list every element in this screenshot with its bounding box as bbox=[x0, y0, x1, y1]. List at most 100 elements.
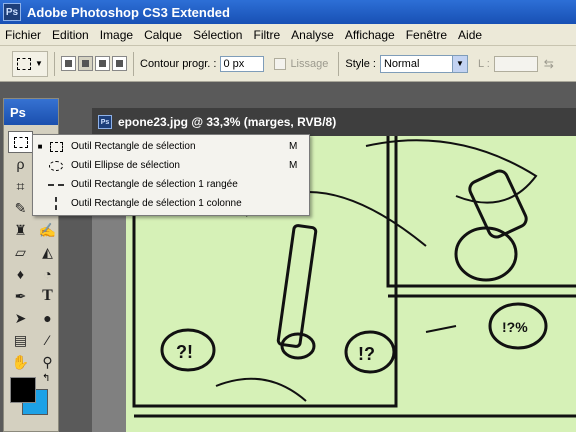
lasso-tool[interactable]: ρ bbox=[8, 153, 33, 175]
color-swatches: ↰ bbox=[4, 373, 58, 423]
note-icon: ▤ bbox=[13, 331, 28, 348]
feather-label: Contour progr. : bbox=[140, 57, 217, 70]
svg-text:?!: ?! bbox=[176, 342, 193, 362]
menu-fenetre[interactable]: Fenêtre bbox=[401, 28, 453, 42]
eraser-icon: ▱ bbox=[15, 243, 26, 260]
document-title: epone23.jpg @ 33,3% (marges, RVB/8) bbox=[118, 115, 337, 129]
stamp-icon: ♜ bbox=[14, 221, 27, 238]
menu-filtre[interactable]: Filtre bbox=[248, 28, 286, 42]
flyout-item-label: Outil Rectangle de sélection bbox=[71, 141, 196, 152]
flyout-item-label: Outil Rectangle de sélection 1 colonne bbox=[71, 198, 242, 209]
app-logo-icon: Ps bbox=[3, 3, 21, 21]
history-brush-tool[interactable]: ✍ bbox=[35, 219, 60, 241]
type-tool[interactable]: T bbox=[35, 285, 60, 307]
document-tab[interactable]: Ps epone23.jpg @ 33,3% (marges, RVB/8) bbox=[92, 108, 576, 136]
menu-image[interactable]: Image bbox=[95, 28, 139, 42]
separator bbox=[338, 51, 340, 76]
eyedropper-tool[interactable]: ⁄ bbox=[35, 329, 60, 351]
chevron-down-icon: ▼ bbox=[451, 55, 467, 72]
drop-icon: ♦ bbox=[16, 266, 25, 282]
tool-preset-picker[interactable]: ▼ bbox=[12, 50, 48, 77]
menu-selection[interactable]: Sélection bbox=[188, 28, 248, 42]
menu-edition[interactable]: Edition bbox=[47, 28, 95, 42]
dodge-tool[interactable]: ◔ bbox=[35, 263, 60, 285]
swap-colors-icon[interactable]: ↰ bbox=[42, 373, 50, 384]
flyout-item-ellipse[interactable]: Outil Ellipse de sélection M bbox=[33, 156, 309, 175]
arrow-icon: ➤ bbox=[14, 309, 27, 326]
paint-bucket-tool[interactable]: ◭ bbox=[35, 241, 60, 263]
hand-tool[interactable]: ✋ bbox=[8, 351, 33, 373]
pen-tool[interactable]: ✒ bbox=[8, 285, 33, 307]
menu-bar: Fichier Edition Image Calque Sélection F… bbox=[0, 24, 576, 46]
separator bbox=[133, 51, 134, 76]
menu-affichage[interactable]: Affichage bbox=[340, 28, 401, 42]
bandage-icon: ✎ bbox=[14, 199, 27, 216]
history-brush-icon: ✍ bbox=[38, 221, 57, 238]
selection-modes bbox=[61, 56, 127, 71]
eyedropper-icon: ⁄ bbox=[46, 332, 49, 348]
window-title: Adobe Photoshop CS3 Extended bbox=[27, 4, 230, 20]
single-row-marquee-icon bbox=[47, 178, 65, 192]
menu-analyse[interactable]: Analyse bbox=[286, 28, 340, 42]
foreground-color[interactable] bbox=[10, 377, 36, 403]
rect-marquee-icon bbox=[47, 140, 65, 154]
dodge-icon: ◔ bbox=[43, 266, 52, 282]
width-label: L : bbox=[477, 57, 490, 70]
zoom-icon: ⚲ bbox=[42, 353, 53, 370]
new-selection-button[interactable] bbox=[61, 56, 76, 71]
flyout-item-single-row[interactable]: Outil Rectangle de sélection 1 rangée bbox=[33, 175, 309, 194]
healing-brush-tool[interactable]: ✎ bbox=[8, 197, 33, 219]
hand-icon: ✋ bbox=[11, 353, 30, 370]
rect-marquee-icon bbox=[13, 136, 28, 148]
document-logo-icon: Ps bbox=[98, 115, 112, 129]
separator bbox=[54, 51, 55, 76]
toolbox-header: Ps bbox=[4, 99, 58, 125]
flyout-item-rectangle[interactable]: ■ Outil Rectangle de sélection M bbox=[33, 137, 309, 156]
path-selection-tool[interactable]: ➤ bbox=[8, 307, 33, 329]
marquee-tool[interactable] bbox=[8, 131, 33, 153]
notes-tool[interactable]: ▤ bbox=[8, 329, 33, 351]
width-input[interactable] bbox=[493, 55, 538, 72]
rect-marquee-icon bbox=[17, 57, 32, 70]
title-bar: Ps Adobe Photoshop CS3 Extended bbox=[0, 0, 576, 24]
svg-text:!?%: !?% bbox=[502, 319, 528, 335]
menu-aide[interactable]: Aide bbox=[453, 28, 488, 42]
flyout-item-label: Outil Rectangle de sélection 1 rangée bbox=[71, 179, 238, 190]
toolbox-logo: Ps bbox=[10, 104, 26, 120]
flyout-item-shortcut: M bbox=[289, 141, 298, 152]
menu-fichier[interactable]: Fichier bbox=[0, 28, 47, 42]
type-icon: T bbox=[42, 287, 53, 304]
eraser-tool[interactable]: ▱ bbox=[8, 241, 33, 263]
antialias-checkbox[interactable] bbox=[274, 57, 287, 70]
crop-icon: ⌗ bbox=[16, 177, 25, 194]
feather-input[interactable] bbox=[220, 55, 265, 72]
crop-tool[interactable]: ⌗ bbox=[8, 175, 33, 197]
style-select[interactable]: Normal ▼ bbox=[379, 54, 468, 73]
options-bar: ▼ Contour progr. : Lissage Style : Norma… bbox=[0, 46, 576, 82]
style-value: Normal bbox=[383, 57, 420, 70]
antialias-label: Lissage bbox=[290, 57, 329, 70]
flyout-item-label: Outil Ellipse de sélection bbox=[71, 160, 180, 171]
subtract-from-selection-button[interactable] bbox=[95, 56, 110, 71]
intersect-selection-button[interactable] bbox=[112, 56, 127, 71]
ellipse-marquee-icon bbox=[47, 159, 65, 173]
single-column-marquee-icon bbox=[47, 197, 65, 211]
style-label: Style : bbox=[345, 57, 376, 70]
pen-icon: ✒ bbox=[14, 287, 27, 304]
clone-stamp-tool[interactable]: ♜ bbox=[8, 219, 33, 241]
zoom-tool[interactable]: ⚲ bbox=[35, 351, 60, 373]
ellipse-shape-icon: ● bbox=[43, 310, 52, 326]
add-to-selection-button[interactable] bbox=[78, 56, 93, 71]
menu-calque[interactable]: Calque bbox=[139, 28, 188, 42]
blur-tool[interactable]: ♦ bbox=[8, 263, 33, 285]
flyout-item-single-column[interactable]: Outil Rectangle de sélection 1 colonne bbox=[33, 194, 309, 213]
marquee-tools-flyout: ■ Outil Rectangle de sélection M Outil E… bbox=[32, 134, 310, 216]
svg-text:!?: !? bbox=[358, 344, 375, 364]
bucket-icon: ◭ bbox=[42, 243, 53, 260]
chevron-down-icon: ▼ bbox=[35, 59, 43, 68]
flyout-item-shortcut: M bbox=[289, 160, 298, 171]
current-tool-bullet-icon: ■ bbox=[37, 142, 43, 151]
swap-dimensions-icon[interactable]: ⇆ bbox=[544, 57, 554, 71]
shape-tool[interactable]: ● bbox=[35, 307, 60, 329]
lasso-icon: ρ bbox=[16, 156, 25, 172]
